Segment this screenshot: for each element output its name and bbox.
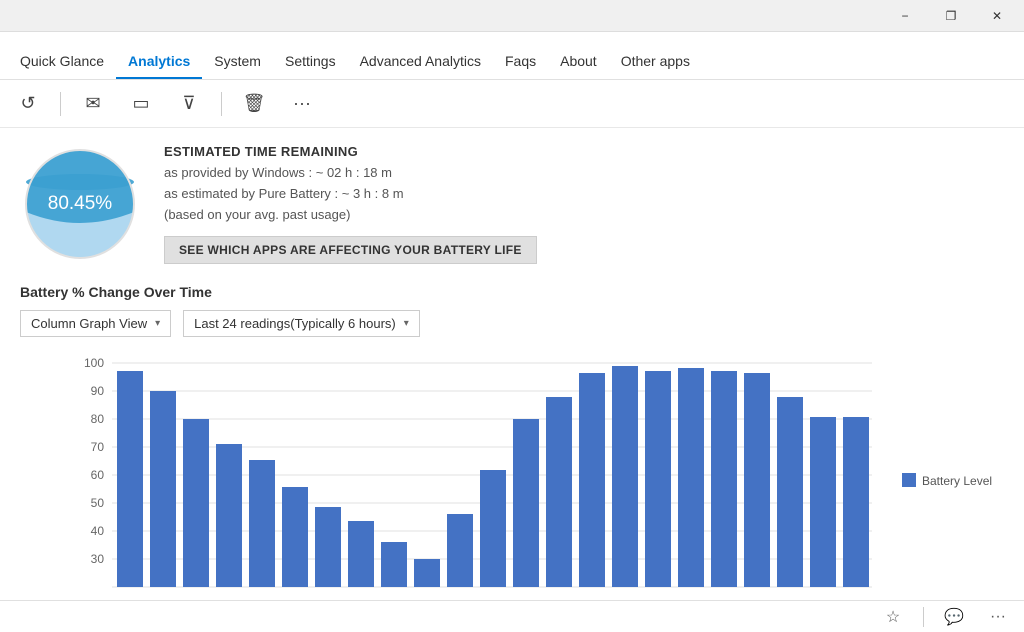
- main-content: 80.45% ESTIMATED TIME REMAINING as provi…: [0, 128, 1024, 600]
- nav-item-analytics[interactable]: Analytics: [116, 41, 202, 79]
- toolbar: ↺ ✉ ▭ ⊽ 🗑 ···: [0, 80, 1024, 128]
- refresh-icon[interactable]: ↺: [12, 88, 44, 120]
- chart-svg: 100 90 80 70 60 50 40 30: [40, 353, 1004, 600]
- windows-time: as provided by Windows : ~ 02 h : 18 m: [164, 163, 537, 184]
- svg-text:70: 70: [91, 440, 105, 454]
- view-dropdown-label: Column Graph View: [31, 316, 147, 331]
- svg-text:30: 30: [91, 552, 105, 566]
- pure-battery-time: as estimated by Pure Battery : ~ 3 h : 8…: [164, 184, 537, 205]
- delete-icon[interactable]: 🗑: [238, 88, 270, 120]
- estimated-time-heading: ESTIMATED TIME REMAINING: [164, 144, 537, 159]
- svg-text:80.45%: 80.45%: [48, 193, 113, 214]
- filter-icon[interactable]: ⊽: [173, 88, 205, 120]
- display-icon[interactable]: ▭: [125, 88, 157, 120]
- nav-item-faqs[interactable]: Faqs: [493, 41, 548, 79]
- range-dropdown-label: Last 24 readings(Typically 6 hours): [194, 316, 396, 331]
- star-icon[interactable]: ☆: [879, 603, 907, 631]
- svg-text:60: 60: [91, 468, 105, 482]
- battery-gauge: 80.45%: [20, 144, 140, 264]
- view-dropdown-arrow: ▾: [155, 318, 160, 329]
- maximize-button[interactable]: ❐: [928, 0, 974, 32]
- status-divider: [923, 607, 924, 627]
- svg-text:90: 90: [91, 384, 105, 398]
- affect-button[interactable]: SEE WHICH APPS ARE AFFECTING YOUR BATTER…: [164, 236, 537, 264]
- chart-section: Battery % Change Over Time Column Graph …: [20, 284, 1004, 600]
- svg-text:40: 40: [91, 524, 105, 538]
- svg-text:Battery Level: Battery Level: [922, 474, 992, 488]
- chart-controls: Column Graph View ▾ Last 24 readings(Typ…: [20, 310, 1004, 337]
- range-dropdown[interactable]: Last 24 readings(Typically 6 hours) ▾: [183, 310, 420, 337]
- toolbar-divider-2: [221, 92, 222, 116]
- title-bar: − ❐ ✕: [0, 0, 1024, 32]
- svg-text:50: 50: [91, 496, 105, 510]
- nav-item-other-apps[interactable]: Other apps: [609, 41, 702, 79]
- svg-text:80: 80: [91, 412, 105, 426]
- close-button[interactable]: ✕: [974, 0, 1020, 32]
- minimize-button[interactable]: −: [882, 0, 928, 32]
- status-bar: ☆ 💬 ···: [0, 600, 1024, 632]
- mail-icon[interactable]: ✉: [77, 88, 109, 120]
- range-dropdown-arrow: ▾: [404, 318, 409, 329]
- avg-note: (based on your avg. past usage): [164, 205, 537, 226]
- chart-area: 100 90 80 70 60 50 40 30: [40, 353, 1004, 600]
- battery-section: 80.45% ESTIMATED TIME REMAINING as provi…: [20, 144, 1004, 264]
- view-dropdown[interactable]: Column Graph View ▾: [20, 310, 171, 337]
- more-options-icon[interactable]: ···: [984, 603, 1012, 631]
- nav-item-quick-glance[interactable]: Quick Glance: [8, 41, 116, 79]
- nav-item-system[interactable]: System: [202, 41, 273, 79]
- svg-text:100: 100: [84, 356, 104, 370]
- nav-item-about[interactable]: About: [548, 41, 609, 79]
- toolbar-divider-1: [60, 92, 61, 116]
- more-icon[interactable]: ···: [286, 88, 318, 120]
- navigation: Quick Glance Analytics System Settings A…: [0, 32, 1024, 80]
- nav-item-settings[interactable]: Settings: [273, 41, 348, 79]
- chat-icon[interactable]: 💬: [940, 603, 968, 631]
- nav-item-advanced-analytics[interactable]: Advanced Analytics: [348, 41, 493, 79]
- chart-title: Battery % Change Over Time: [20, 284, 1004, 300]
- battery-info: ESTIMATED TIME REMAINING as provided by …: [164, 144, 537, 263]
